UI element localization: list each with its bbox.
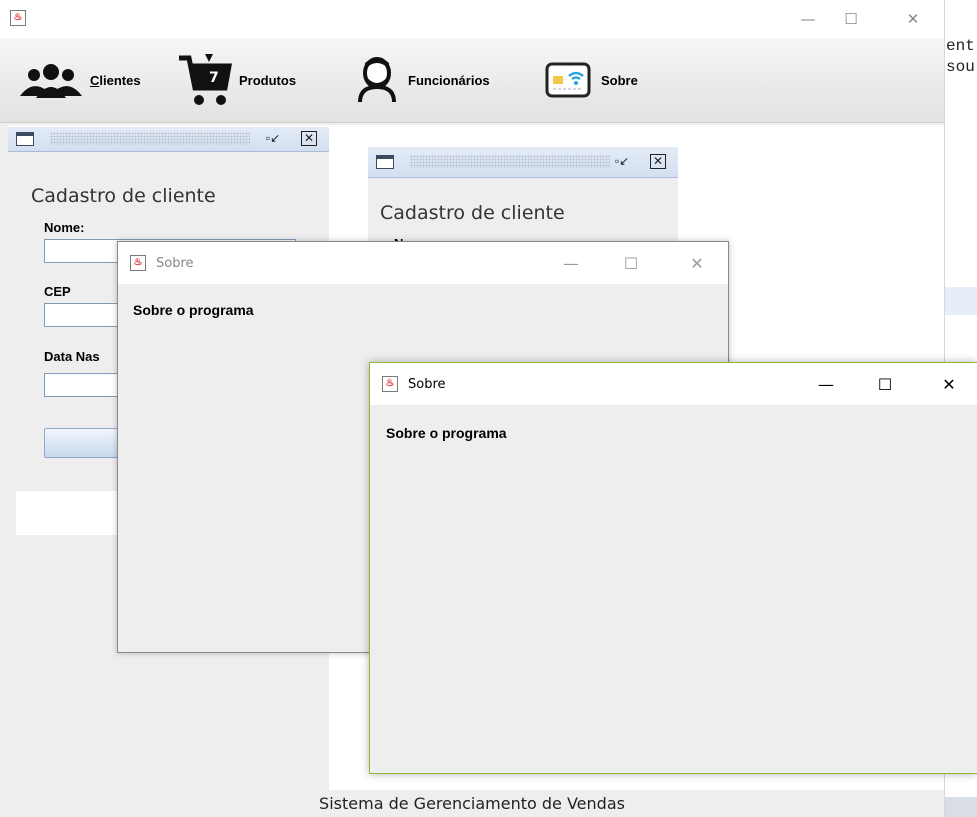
menu-produtos[interactable]: 7 Produtos: [177, 38, 296, 122]
close-icon[interactable]: ✕: [301, 131, 317, 146]
svg-text:7: 7: [209, 70, 219, 86]
menu-funcionarios[interactable]: Funcionários: [356, 38, 490, 122]
minimize-button[interactable]: —: [548, 250, 594, 278]
maximize-button[interactable]: ☐: [828, 6, 874, 32]
card-wifi-icon: [545, 62, 591, 98]
dialog-titlebar[interactable]: ♨ Sobre — ☐ ✕: [370, 363, 977, 405]
internal-frame-titlebar[interactable]: ▫↙ ✕: [8, 127, 329, 152]
titlebar-texture: [410, 155, 610, 168]
editor-status: [944, 797, 977, 817]
menu-clientes[interactable]: Clientes: [18, 38, 141, 122]
frame-icon: [16, 132, 34, 146]
cep-label: CEP: [44, 284, 71, 299]
java-icon: ♨: [382, 376, 398, 392]
restore-icon[interactable]: ▫↙: [614, 154, 630, 169]
menu-sobre-label: Sobre: [601, 72, 638, 88]
close-button[interactable]: ✕: [926, 371, 972, 399]
java-icon: ♨: [10, 10, 26, 26]
restore-icon[interactable]: ▫↙: [265, 131, 281, 146]
minimize-button[interactable]: —: [803, 371, 849, 399]
dialog-titlebar[interactable]: ♨ Sobre — ☐ ✕: [118, 242, 728, 284]
menu-clientes-label: lientes: [99, 72, 141, 88]
java-icon: ♨: [130, 255, 146, 271]
close-button[interactable]: ✕: [674, 250, 720, 278]
maximize-button[interactable]: ☐: [608, 250, 654, 278]
editor-line: sou: [946, 58, 975, 76]
data-nascimento-label: Data Nas: [44, 349, 100, 364]
internal-frame-titlebar[interactable]: ▫↙ ✕: [368, 147, 678, 178]
employee-icon: [358, 57, 396, 103]
menu-funcionarios-label: Funcionários: [408, 72, 490, 88]
users-icon: [20, 64, 82, 98]
form-title: Cadastro de cliente: [380, 202, 565, 224]
status-text: Sistema de Gerenciamento de Vendas: [319, 794, 625, 813]
titlebar-texture: [50, 132, 250, 145]
dialog-text: Sobre o programa: [133, 302, 254, 318]
dialog-title: Sobre: [156, 256, 194, 271]
menu-clientes-mnemonic: C: [90, 72, 100, 88]
form-title: Cadastro de cliente: [31, 185, 216, 207]
nome-label: Nome:: [44, 220, 85, 235]
minimize-button[interactable]: —: [785, 6, 831, 32]
editor-selection: [944, 287, 977, 315]
dialog-title: Sobre: [408, 377, 446, 392]
dialog-text: Sobre o programa: [386, 425, 507, 441]
menu-sobre[interactable]: Sobre: [545, 38, 638, 122]
cart-icon: 7: [179, 54, 232, 105]
frame-icon: [376, 155, 394, 169]
close-icon[interactable]: ✕: [650, 154, 666, 169]
close-button[interactable]: ✕: [890, 6, 936, 32]
main-titlebar: ♨ — ☐ ✕: [0, 0, 944, 38]
menu-bar: Clientes 7 Produtos Funcionários Sobre: [0, 38, 944, 123]
editor-line: ent: [946, 37, 975, 55]
maximize-button[interactable]: ☐: [862, 371, 908, 399]
sobre-dialog-2: ♨ Sobre — ☐ ✕ Sobre o programa: [369, 362, 977, 774]
menu-produtos-label: Produtos: [239, 72, 297, 88]
